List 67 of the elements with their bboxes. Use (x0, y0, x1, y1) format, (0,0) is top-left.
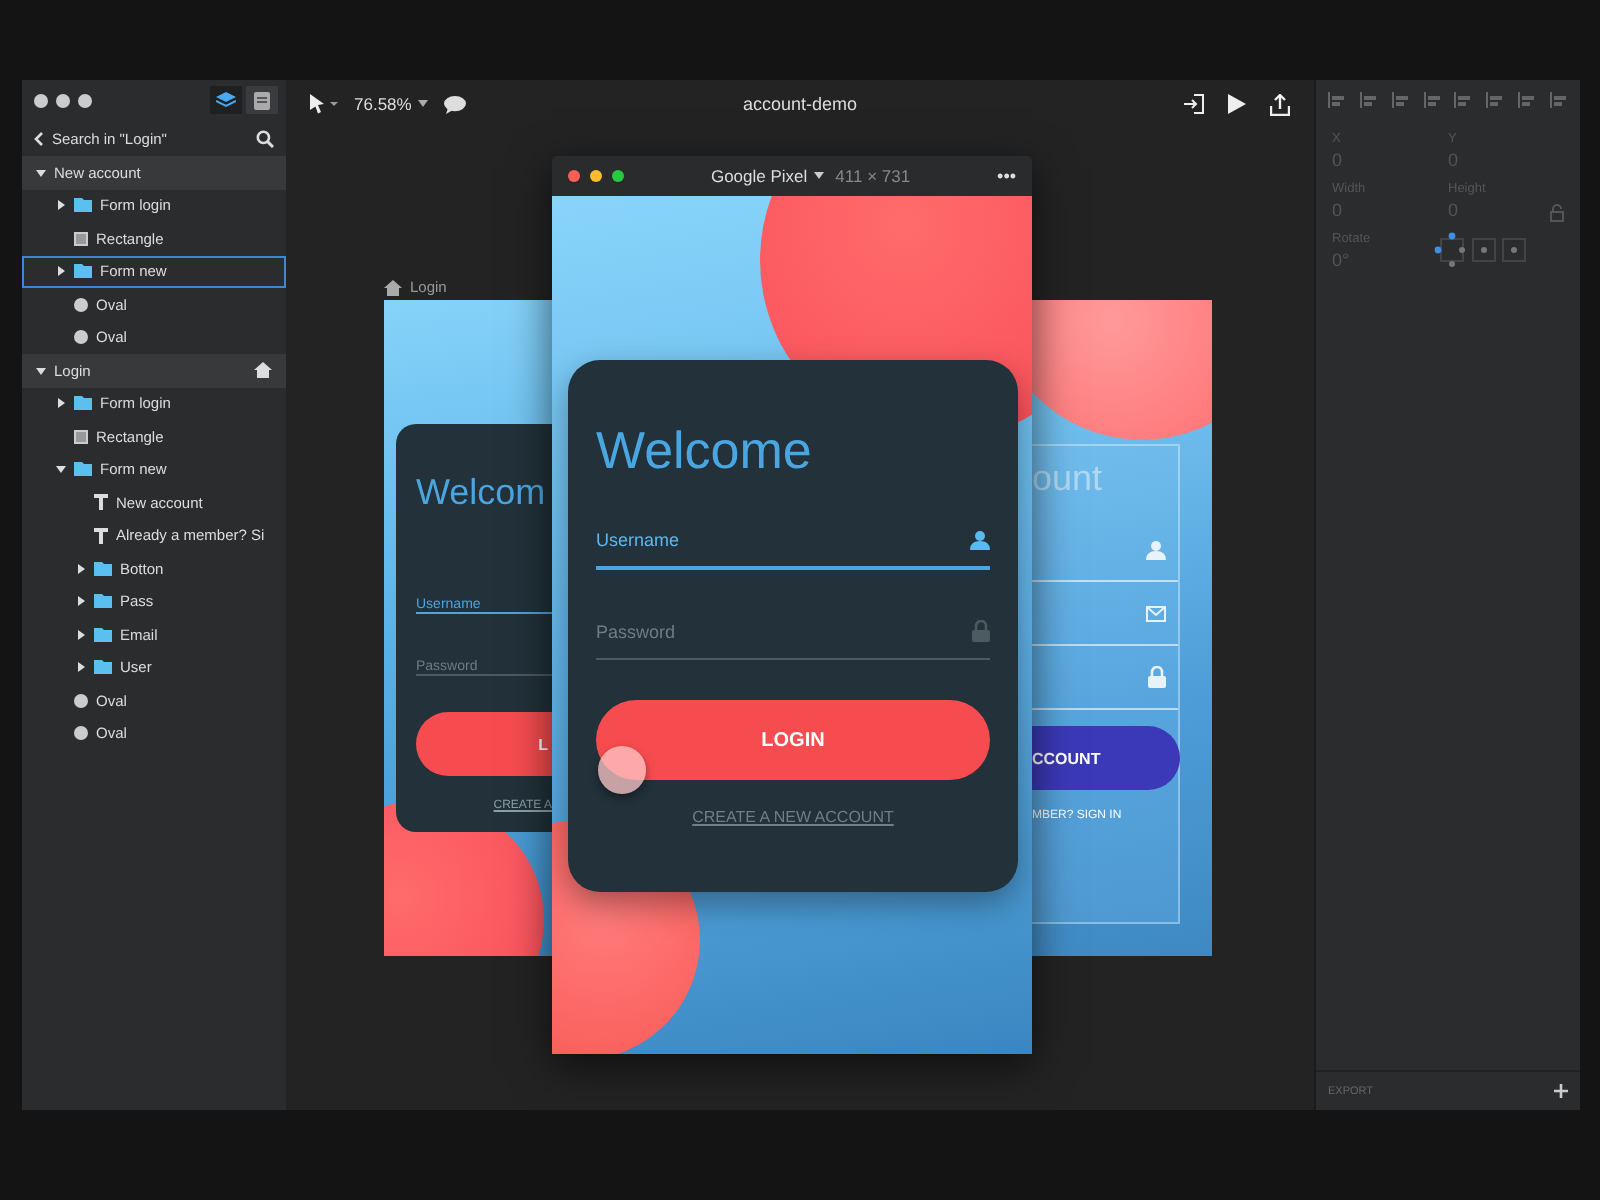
align-icon[interactable] (1391, 92, 1410, 108)
caret-down-icon (417, 100, 428, 108)
welcome-heading: Welcom (416, 472, 548, 516)
zoom-dropdown[interactable]: 76.58% (354, 94, 428, 114)
layers-tab[interactable] (210, 86, 242, 114)
constraints-drawing (1432, 232, 1532, 268)
more-menu[interactable]: ••• (997, 166, 1016, 186)
caret-right-icon (76, 629, 86, 640)
rectangle-icon (74, 429, 88, 444)
lock-icon (1148, 666, 1166, 688)
folder-icon (74, 198, 92, 213)
chevron-left-icon (34, 131, 44, 145)
folder-icon (74, 264, 92, 279)
import-icon[interactable] (1183, 94, 1204, 114)
folder-icon (74, 462, 92, 477)
comment-icon[interactable] (443, 95, 466, 113)
window-dot[interactable] (590, 170, 602, 182)
align-icon[interactable] (1518, 92, 1537, 108)
window-dot[interactable] (34, 93, 48, 107)
plus-icon[interactable] (1554, 1084, 1568, 1098)
caret-right-icon (56, 266, 66, 277)
play-icon[interactable] (1227, 94, 1246, 114)
document-title: account-demo (742, 94, 858, 114)
window-dot[interactable] (78, 93, 92, 107)
circle-icon (74, 693, 88, 708)
search-icon[interactable] (256, 129, 274, 147)
align-icon[interactable] (1549, 92, 1568, 108)
caret-right-icon (76, 596, 86, 607)
home-icon (384, 279, 402, 295)
circle-icon (74, 330, 88, 345)
align-icon[interactable] (1328, 92, 1346, 108)
align-icon[interactable] (1423, 92, 1442, 108)
window-dot[interactable] (612, 170, 624, 182)
document-icon (252, 91, 272, 109)
caret-right-icon (76, 662, 86, 673)
circle-icon (74, 726, 88, 741)
caret-right-icon (56, 200, 66, 211)
device-size: 411 × 731 (835, 166, 911, 186)
caret-right-icon (76, 563, 86, 574)
pointer-icon[interactable] (310, 93, 338, 115)
device-dropdown[interactable]: Google Pixel (710, 166, 824, 186)
input-field[interactable]: Password (596, 622, 972, 642)
caret-down-icon (56, 464, 66, 475)
layers-icon (216, 91, 236, 109)
caret-down-icon (36, 167, 46, 178)
document-tab[interactable] (246, 86, 278, 114)
lock-icon (972, 620, 990, 642)
share-icon[interactable] (1269, 93, 1290, 115)
align-icon[interactable] (1454, 92, 1473, 108)
caret-down-icon (813, 172, 824, 180)
window-dot[interactable] (56, 93, 70, 107)
align-icon[interactable] (1486, 92, 1505, 108)
caret-right-icon (56, 398, 66, 409)
circle-icon (74, 297, 88, 312)
input-field[interactable]: Username (596, 530, 970, 550)
window-dot[interactable] (568, 170, 580, 182)
envelope-icon (1146, 605, 1166, 621)
create-account-button[interactable]: CCOUNT (1032, 726, 1180, 790)
person-icon (1146, 539, 1166, 559)
align-icon[interactable] (1359, 92, 1378, 108)
caret-down-icon (36, 365, 46, 376)
touch-indicator (598, 746, 646, 794)
folder-icon (74, 396, 92, 411)
home-icon (254, 362, 272, 379)
welcome-heading: Welcome (596, 420, 814, 480)
rectangle-icon (74, 231, 88, 246)
person-icon (970, 530, 990, 550)
